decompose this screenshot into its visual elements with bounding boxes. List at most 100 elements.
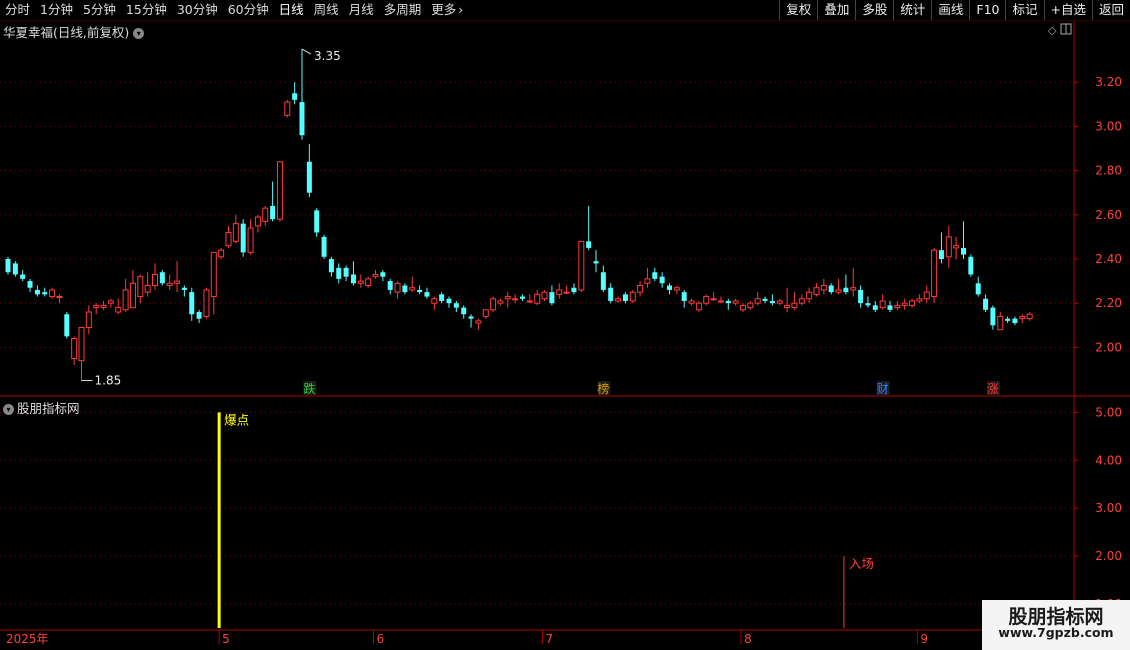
- tool-button-8[interactable]: 返回: [1091, 0, 1130, 20]
- candle-body: [380, 272, 386, 277]
- x-tick-label: 9: [920, 632, 928, 646]
- candle-body: [990, 307, 996, 326]
- event-marker: 财: [877, 382, 889, 396]
- candle-body: [776, 300, 783, 304]
- stock-title[interactable]: 华夏幸福(日线,前复权) ▾: [3, 22, 145, 41]
- candle-body: [578, 240, 585, 291]
- tool-button-4[interactable]: 画线: [931, 0, 969, 20]
- tool-button-0[interactable]: 复权: [779, 0, 817, 20]
- candle-body: [321, 236, 327, 257]
- candle-body: [945, 236, 952, 258]
- max-pointer: [301, 48, 312, 55]
- candle-body: [394, 282, 401, 293]
- candle-body: [306, 161, 312, 193]
- candle-body: [659, 276, 665, 284]
- period-tabs: 分时 1分钟 5分钟 15分钟 30分钟 60分钟 日线 周线 月线 多周期 更多 ›: [0, 0, 468, 20]
- candle-body: [174, 280, 181, 284]
- candle-body: [439, 294, 445, 301]
- candle-body: [608, 287, 614, 301]
- tab-period-5[interactable]: 60分钟: [223, 0, 274, 20]
- event-marker: 涨: [987, 381, 999, 396]
- candle-body: [784, 304, 791, 309]
- tool-button-5[interactable]: F10: [969, 0, 1005, 20]
- tab-period-2[interactable]: 5分钟: [78, 0, 121, 20]
- tab-period-8[interactable]: 月线: [344, 0, 379, 20]
- candle-body: [402, 285, 408, 293]
- chevron-down-icon[interactable]: ▾: [3, 404, 14, 415]
- tab-period-0[interactable]: 分时: [0, 0, 35, 20]
- candle-body: [461, 307, 467, 315]
- tab-period-9[interactable]: 多周期: [379, 0, 427, 20]
- candle-body: [482, 309, 489, 317]
- chevron-right-icon[interactable]: ›: [456, 2, 463, 17]
- candle-body: [328, 258, 334, 273]
- candle-body: [100, 304, 107, 309]
- candle-body: [336, 267, 342, 279]
- tab-period-10[interactable]: 更多 ›: [426, 0, 468, 20]
- candle-body: [166, 282, 173, 287]
- candle-body: [64, 314, 70, 337]
- indicator-title[interactable]: ▾ 股朋指标网: [3, 398, 80, 417]
- candle-body: [475, 320, 482, 324]
- candle-body: [56, 296, 63, 299]
- candle-body: [468, 316, 474, 319]
- candle-body: [417, 289, 423, 293]
- candle-body: [894, 304, 901, 309]
- candle-body: [1019, 315, 1026, 320]
- event-marker: 跌: [303, 381, 315, 396]
- candle-body: [798, 298, 805, 304]
- indicator-series: 爆点入场: [217, 412, 874, 628]
- y-tick-label: 3.00: [1095, 501, 1122, 515]
- candle-body: [975, 283, 981, 295]
- candle-body: [843, 287, 849, 293]
- candle-body: [681, 292, 687, 301]
- candle-body: [695, 302, 702, 311]
- candle-body: [762, 298, 768, 301]
- y-tick-label: 2.00: [1095, 549, 1122, 563]
- tool-button-7[interactable]: +自选: [1043, 0, 1092, 20]
- y-tick-label: 3.00: [1095, 119, 1122, 133]
- candle-body: [284, 101, 291, 116]
- candle-body: [541, 291, 548, 300]
- tab-period-4[interactable]: 30分钟: [172, 0, 223, 20]
- candle-body: [181, 287, 187, 290]
- candle-body: [203, 289, 210, 317]
- candle-body: [49, 289, 56, 298]
- tab-period-1[interactable]: 1分钟: [35, 0, 78, 20]
- candle-body: [1012, 318, 1018, 324]
- candle-body: [343, 267, 349, 277]
- candle-body: [225, 231, 232, 247]
- signal-label: 入场: [849, 556, 874, 571]
- chart-area[interactable]: 3.35 1.85 跌 榜 财 涨 爆点入场 2.00 2.20 2.40 2.60 2.80 3.…: [0, 0, 1130, 650]
- tool-button-2[interactable]: 多股: [855, 0, 893, 20]
- candle-body: [520, 296, 525, 299]
- candle-body: [820, 285, 827, 291]
- candle-body: [556, 289, 563, 295]
- candle-body: [159, 272, 165, 284]
- tab-period-3[interactable]: 15分钟: [121, 0, 172, 20]
- candle-body: [240, 223, 246, 253]
- candle-body: [600, 272, 606, 290]
- watermark-url: www.7gpzb.com: [998, 625, 1114, 640]
- candle-body: [504, 296, 511, 300]
- tool-buttons: 复权 叠加 多股 统计 画线 F10 标记 +自选 返回: [779, 0, 1130, 20]
- candle-body: [725, 300, 731, 304]
- candle-body: [34, 289, 40, 295]
- candle-body: [549, 292, 555, 304]
- tool-button-3[interactable]: 统计: [893, 0, 931, 20]
- x-tick-label: 6: [377, 632, 385, 646]
- stock-title-text: 华夏幸福(日线,前复权): [3, 25, 130, 40]
- tab-period-6[interactable]: 日线: [274, 0, 309, 20]
- tool-button-1[interactable]: 叠加: [817, 0, 855, 20]
- candle-body: [563, 291, 570, 294]
- candle-body: [85, 311, 92, 328]
- candle-body: [865, 303, 871, 306]
- chevron-down-icon[interactable]: ▾: [133, 28, 145, 39]
- candle-body: [629, 291, 636, 302]
- candle-body: [1005, 318, 1011, 321]
- x-tick-label: 8: [744, 632, 752, 646]
- tool-button-6[interactable]: 标记: [1005, 0, 1043, 20]
- candle-body: [27, 281, 33, 288]
- tab-period-7[interactable]: 周线: [309, 0, 344, 20]
- candle-body: [42, 292, 48, 295]
